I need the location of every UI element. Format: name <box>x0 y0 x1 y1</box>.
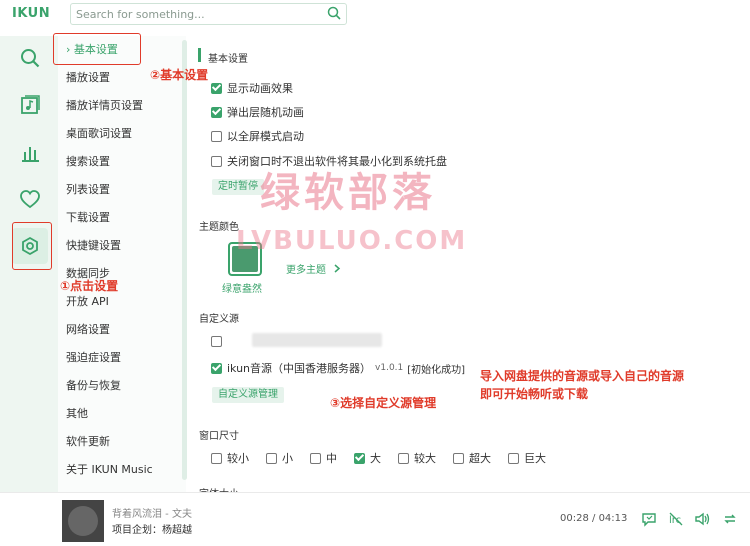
category-update[interactable]: 软件更新 <box>58 428 186 456</box>
option-source-blank[interactable] <box>211 336 227 347</box>
search-input[interactable] <box>71 4 311 24</box>
volume-icon[interactable] <box>694 511 712 530</box>
category-other[interactable]: 其他 <box>58 400 186 428</box>
annotation-step2: ②基本设置 <box>150 68 209 82</box>
chevron-right-icon <box>333 264 341 276</box>
checkbox-unchecked[interactable] <box>211 336 222 347</box>
option-fullscreen-start[interactable]: 以全屏模式启动 <box>211 128 304 144</box>
song-title: 背着风流泪 - 文夫 <box>112 509 192 520</box>
size-option-small[interactable]: 小 <box>266 450 293 466</box>
category-scrollbar[interactable] <box>182 40 187 480</box>
repeat-icon[interactable] <box>722 511 738 530</box>
section-title-custom-source: 自定义源 <box>199 314 239 325</box>
section-title-theme: 主题颜色 <box>199 222 239 233</box>
custom-source-manage-button[interactable]: 自定义源管理 <box>212 387 284 403</box>
checkbox-unchecked[interactable] <box>211 155 222 167</box>
category-list[interactable]: 列表设置 <box>58 176 186 204</box>
annotation-box-settings <box>12 222 52 270</box>
nav-search[interactable] <box>12 40 48 76</box>
song-credit: 项目企划：杨超越 <box>112 525 192 536</box>
nav-song-list[interactable] <box>12 87 48 123</box>
annotation-step1: ①点击设置 <box>60 279 119 293</box>
nav-favorites[interactable] <box>12 181 48 217</box>
section-marker <box>198 48 201 62</box>
app-logo: IKUN <box>12 6 51 21</box>
size-option-larger[interactable]: 较大 <box>398 450 436 466</box>
size-option-smaller[interactable]: 较小 <box>211 450 249 466</box>
annotation-tip-line2: 即可开始畅听或下载 <box>480 387 589 401</box>
chart-bars-icon <box>22 147 39 162</box>
lyric-off-icon[interactable]: lrc <box>668 511 684 530</box>
more-themes-link[interactable]: 更多主题 <box>286 261 341 276</box>
annotation-box-basic <box>53 33 141 65</box>
theme-current-label: 绿意盎然 <box>222 284 262 295</box>
settings-content: 基本设置 显示动画效果 弹出层随机动画 以全屏模式启动 关闭窗口时不退出软件将其… <box>198 36 750 500</box>
comment-icon[interactable] <box>641 511 657 530</box>
search-icon <box>21 49 40 68</box>
category-network[interactable]: 网络设置 <box>58 316 186 344</box>
size-option-medium[interactable]: 中 <box>310 450 337 466</box>
category-download[interactable]: 下载设置 <box>58 204 186 232</box>
timer-pause-button[interactable]: 定时暂停 <box>212 179 264 195</box>
option-animation[interactable]: 显示动画效果 <box>211 80 293 96</box>
blurred-content <box>252 333 382 347</box>
category-ocd[interactable]: 强迫症设置 <box>58 344 186 372</box>
size-option-large[interactable]: 大 <box>354 450 381 466</box>
svg-text:lrc: lrc <box>669 515 681 526</box>
annotation-step3: ③选择自定义源管理 <box>330 396 437 410</box>
size-option-extra-large[interactable]: 超大 <box>453 450 491 466</box>
option-ikun-source[interactable]: ikun音源（中国香港服务器） v1.0.1 [初始化成功] <box>211 360 465 376</box>
section-title-window-size: 窗口尺寸 <box>199 431 239 442</box>
watermark: 绿软部落 <box>260 170 436 216</box>
checkbox-checked[interactable] <box>211 362 222 374</box>
checkbox-checked[interactable] <box>211 106 222 118</box>
album-cover[interactable] <box>62 500 104 542</box>
checkbox-unchecked[interactable] <box>211 130 222 142</box>
category-desktop-lyric[interactable]: 桌面歌词设置 <box>58 120 186 148</box>
checkbox-checked[interactable] <box>211 82 222 94</box>
window-size-options: 较小 小 中 大 较大 超大 巨大 <box>211 450 563 466</box>
section-title-basic: 基本设置 <box>208 54 248 65</box>
search-box[interactable] <box>70 3 347 25</box>
nav-leaderboard[interactable] <box>12 134 48 170</box>
player-bar: 背着风流泪 - 文夫 项目企划：杨超越 00:28 / 04:13 lrc <box>0 492 750 546</box>
heart-icon <box>20 190 40 209</box>
category-backup[interactable]: 备份与恢复 <box>58 372 186 400</box>
category-about[interactable]: 关于 IKUN Music <box>58 456 186 484</box>
category-play-detail[interactable]: 播放详情页设置 <box>58 92 186 120</box>
category-search[interactable]: 搜索设置 <box>58 148 186 176</box>
annotation-tip-line1: 导入网盘提供的音源或导入自己的音源 <box>480 369 685 383</box>
settings-category-list: › 基本设置 播放设置 播放详情页设置 桌面歌词设置 搜索设置 列表设置 下载设… <box>58 36 186 492</box>
size-option-huge[interactable]: 巨大 <box>508 450 546 466</box>
music-list-icon <box>21 95 40 114</box>
category-hotkeys[interactable]: 快捷键设置 <box>58 232 186 260</box>
option-random-popup-animation[interactable]: 弹出层随机动画 <box>211 104 304 120</box>
play-time: 00:28 / 04:13 <box>560 513 628 524</box>
watermark-url: LVBULUO.COM <box>236 226 468 256</box>
search-icon[interactable] <box>326 5 342 24</box>
